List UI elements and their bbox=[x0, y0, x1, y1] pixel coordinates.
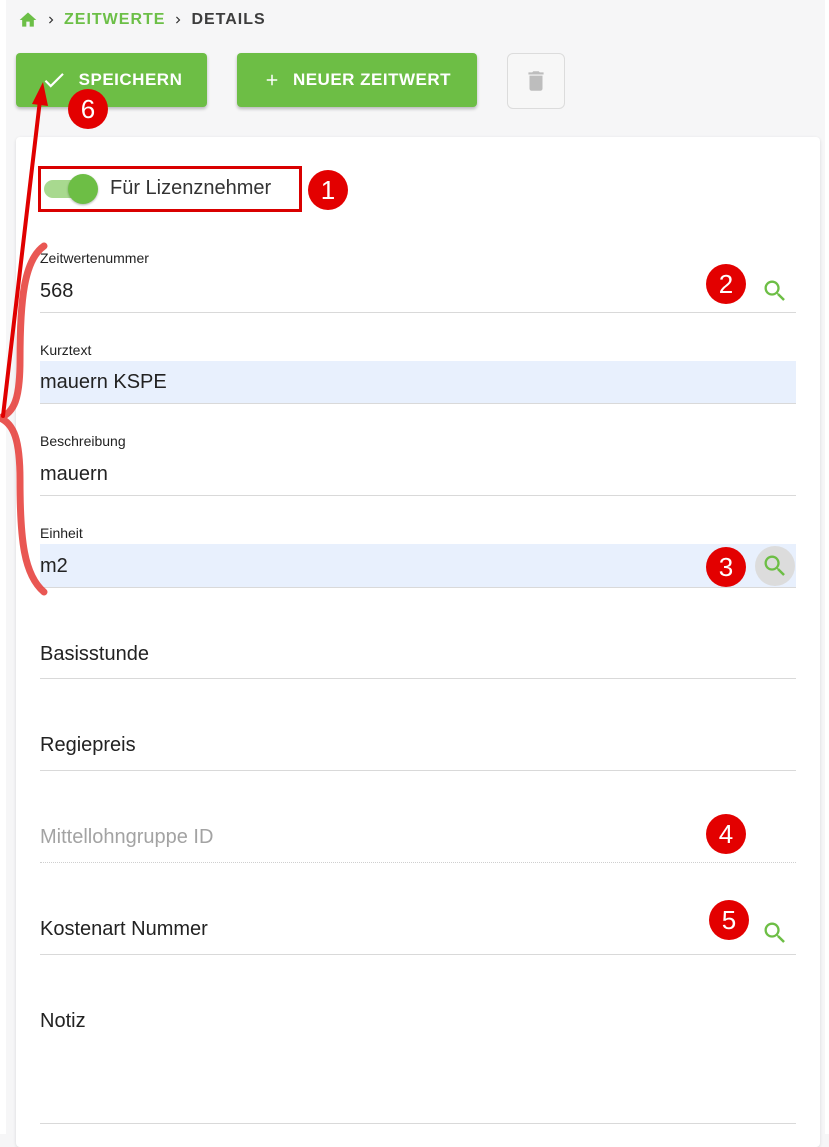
notiz-placeholder: Notiz bbox=[40, 1010, 86, 1032]
chevron-right-icon bbox=[176, 16, 181, 24]
kurztext-field[interactable]: Kurztext mauern KSPE bbox=[40, 336, 796, 404]
save-button[interactable]: SPEICHERN bbox=[16, 53, 207, 107]
kurztext-value[interactable]: mauern KSPE bbox=[40, 371, 167, 394]
trash-icon bbox=[528, 71, 544, 91]
beschreibung-label: Beschreibung bbox=[40, 433, 126, 449]
kostenart-placeholder: Kostenart Nummer bbox=[40, 918, 208, 940]
annotation-badge-2: 2 bbox=[706, 264, 746, 304]
einheit-search-button[interactable] bbox=[755, 546, 795, 586]
breadcrumb-current: DETAILS bbox=[191, 11, 266, 28]
breadcrumb-link-zeitwerte[interactable]: ZEITWERTE bbox=[64, 11, 165, 29]
kostenart-field[interactable]: Kostenart Nummer bbox=[40, 886, 796, 955]
breadcrumb: ZEITWERTE DETAILS bbox=[18, 8, 266, 32]
annotation-badge-5: 5 bbox=[709, 900, 749, 940]
zeitwertenummer-value[interactable]: 568 bbox=[40, 280, 73, 303]
kurztext-label: Kurztext bbox=[40, 342, 92, 358]
search-icon bbox=[764, 280, 785, 301]
einheit-value[interactable]: m2 bbox=[40, 555, 68, 578]
search-icon bbox=[764, 555, 785, 576]
einheit-field[interactable]: Einheit m2 bbox=[40, 519, 796, 588]
new-zeitwert-button[interactable]: NEUER ZEITWERT bbox=[237, 53, 477, 107]
zeitwertenummer-search-button[interactable] bbox=[755, 271, 795, 311]
page-edge-right bbox=[825, 0, 829, 1134]
check-icon bbox=[44, 73, 64, 88]
home-icon[interactable] bbox=[18, 10, 38, 30]
annotation-badge-6: 6 bbox=[68, 89, 108, 129]
mittellohngruppe-placeholder: Mittellohngruppe ID bbox=[40, 826, 214, 848]
zeitwertenummer-label: Zeitwertenummer bbox=[40, 250, 149, 266]
new-zeitwert-button-label: NEUER ZEITWERT bbox=[292, 70, 452, 89]
annotation-badge-1: 1 bbox=[308, 170, 348, 210]
beschreibung-value[interactable]: mauern bbox=[40, 463, 108, 486]
plus-icon bbox=[266, 74, 278, 86]
basisstunde-field[interactable]: Basisstunde bbox=[40, 611, 796, 679]
einheit-label: Einheit bbox=[40, 525, 83, 541]
kostenart-search-button[interactable] bbox=[755, 913, 795, 953]
delete-button[interactable] bbox=[507, 53, 565, 109]
regiepreis-placeholder: Regiepreis bbox=[40, 734, 136, 756]
mittellohngruppe-field: Mittellohngruppe ID bbox=[40, 794, 796, 863]
save-button-label: SPEICHERN bbox=[78, 70, 183, 89]
zeitwertenummer-field[interactable]: Zeitwertenummer 568 bbox=[40, 244, 796, 313]
annotation-badge-3: 3 bbox=[706, 547, 746, 587]
beschreibung-field[interactable]: Beschreibung mauern bbox=[40, 427, 796, 496]
regiepreis-field[interactable]: Regiepreis bbox=[40, 702, 796, 771]
annotation-badge-4: 4 bbox=[706, 814, 746, 854]
basisstunde-placeholder: Basisstunde bbox=[40, 643, 149, 665]
annotation-highlight-box bbox=[38, 166, 302, 212]
chevron-right-icon bbox=[49, 16, 54, 24]
search-icon bbox=[764, 922, 785, 943]
page-edge-left bbox=[0, 0, 6, 1134]
notiz-field[interactable]: Notiz bbox=[40, 978, 796, 1124]
